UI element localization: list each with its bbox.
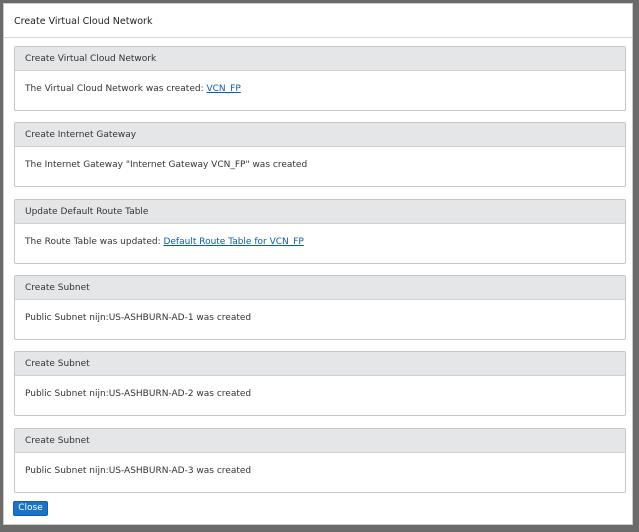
panel-message: The Virtual Cloud Network was created: <box>25 84 207 94</box>
result-panel-route-table: Update Default Route Table The Route Tab… <box>14 199 626 264</box>
result-panel-create-vcn: Create Virtual Cloud Network The Virtual… <box>14 46 626 111</box>
panel-message: Public Subnet nijn:US-ASHBURN-AD-1 was c… <box>25 313 252 323</box>
panel-body: Public Subnet nijn:US-ASHBURN-AD-1 was c… <box>15 300 625 323</box>
panel-header: Create Virtual Cloud Network <box>15 47 625 71</box>
panel-header: Create Subnet <box>15 429 625 453</box>
create-vcn-dialog: Create Virtual Cloud Network Create Virt… <box>3 3 633 525</box>
panel-message: Public Subnet nijn:US-ASHBURN-AD-2 was c… <box>25 389 252 399</box>
vcn-link[interactable]: VCN_FP <box>206 84 240 94</box>
dialog-header: Create Virtual Cloud Network <box>4 4 632 38</box>
close-button[interactable]: Close <box>13 501 48 516</box>
panel-body: Public Subnet nijn:US-ASHBURN-AD-2 was c… <box>15 376 625 399</box>
panel-header: Update Default Route Table <box>15 200 625 224</box>
panel-message: The Internet Gateway "Internet Gateway V… <box>25 160 308 170</box>
result-panel-subnet-ad2: Create Subnet Public Subnet nijn:US-ASHB… <box>14 351 626 416</box>
panel-header: Create Subnet <box>15 352 625 376</box>
panel-header: Create Internet Gateway <box>15 123 625 147</box>
panel-message: Public Subnet nijn:US-ASHBURN-AD-3 was c… <box>25 466 252 476</box>
panel-body: Public Subnet nijn:US-ASHBURN-AD-3 was c… <box>15 453 625 476</box>
panel-header: Create Subnet <box>15 276 625 300</box>
route-table-link[interactable]: Default Route Table for VCN_FP <box>163 237 303 247</box>
panel-message: The Route Table was updated: <box>25 237 164 247</box>
result-panel-internet-gateway: Create Internet Gateway The Internet Gat… <box>14 122 626 187</box>
dialog-title: Create Virtual Cloud Network <box>14 16 153 27</box>
panel-body: The Route Table was updated: Default Rou… <box>15 224 625 247</box>
panel-body: The Virtual Cloud Network was created: V… <box>15 71 625 94</box>
panel-body: The Internet Gateway "Internet Gateway V… <box>15 147 625 170</box>
result-panel-subnet-ad1: Create Subnet Public Subnet nijn:US-ASHB… <box>14 275 626 340</box>
result-panel-subnet-ad3: Create Subnet Public Subnet nijn:US-ASHB… <box>14 428 626 493</box>
